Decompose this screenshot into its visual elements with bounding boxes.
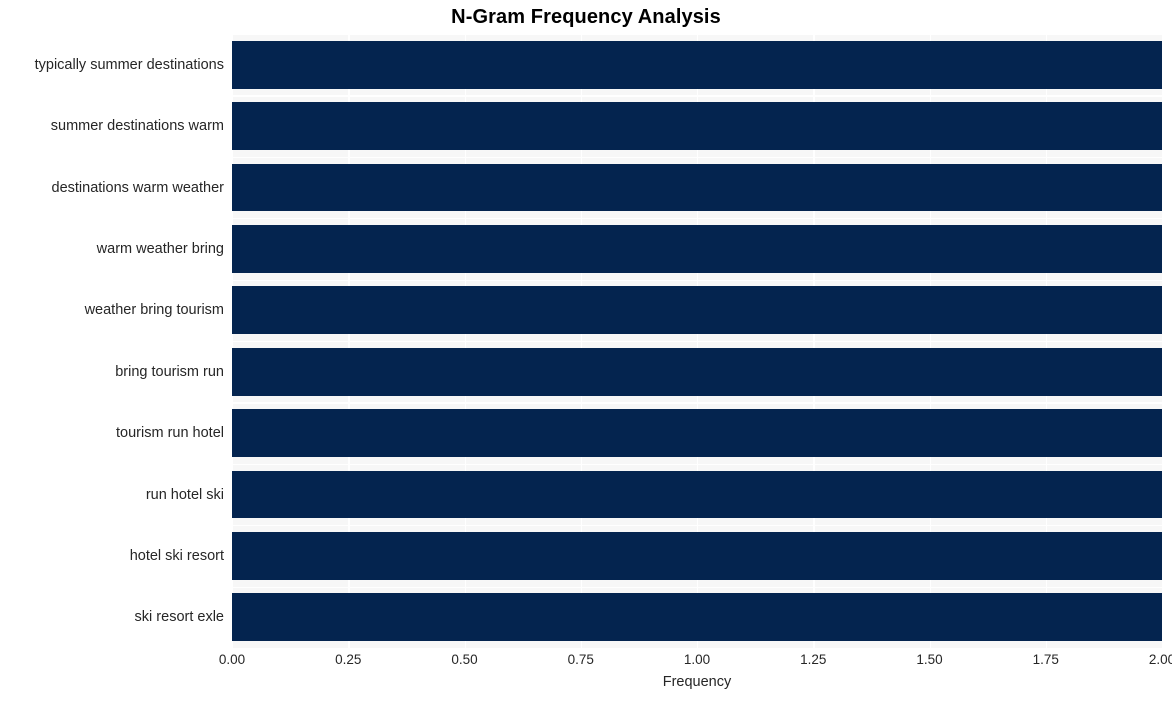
x-axis-tick-label: 1.75	[1032, 652, 1059, 667]
bar	[232, 40, 1162, 89]
bar-series	[232, 34, 1162, 648]
x-axis-tick-label: 2.00	[1148, 652, 1172, 667]
y-axis-tick-label: destinations warm weather	[51, 179, 224, 196]
y-axis-tick-label: tourism run hotel	[116, 425, 224, 442]
gridline-vertical	[1162, 34, 1164, 648]
x-axis-tick-label: 1.50	[916, 652, 943, 667]
x-axis-title: Frequency	[662, 674, 732, 690]
x-axis-tick-label: 0.75	[567, 652, 594, 667]
bar	[232, 531, 1162, 580]
x-axis-tick-label: 1.25	[800, 652, 827, 667]
y-axis-tick-label: warm weather bring	[96, 240, 224, 257]
y-axis-tick-label: hotel ski resort	[129, 547, 224, 564]
bar	[232, 224, 1162, 273]
y-axis-tick-labels: typically summer destinations summer dest…	[0, 34, 224, 648]
plot-area	[232, 34, 1164, 650]
bar	[232, 593, 1162, 642]
bar	[232, 163, 1162, 212]
y-axis-tick-label: weather bring tourism	[84, 302, 224, 319]
chart-figure: N-Gram Frequency Analysis typically summ…	[0, 0, 1172, 701]
bar	[232, 409, 1162, 458]
y-axis-tick-label: ski resort exle	[134, 609, 224, 626]
y-axis-tick-label: run hotel ski	[145, 486, 224, 503]
y-axis-tick-label: summer destinations warm	[50, 118, 224, 135]
x-axis-tick-label: 1.00	[683, 652, 711, 667]
bar	[232, 347, 1162, 396]
x-axis-tick-label: 0.50	[451, 652, 478, 667]
bar	[232, 470, 1162, 519]
chart-title: N-Gram Frequency Analysis	[451, 6, 721, 28]
x-axis-tick-label: 0.00	[218, 652, 246, 667]
x-axis-tick-labels: 0.00 0.25 0.50 0.75 1.00 1.25 1.50 1.75 2.00	[219, 648, 1172, 674]
y-axis-tick-label: bring tourism run	[115, 363, 224, 380]
x-axis-tick-label: 0.25	[335, 652, 362, 667]
bar	[232, 102, 1162, 151]
y-axis-tick-label: typically summer destinations	[34, 56, 224, 73]
bar	[232, 286, 1162, 335]
